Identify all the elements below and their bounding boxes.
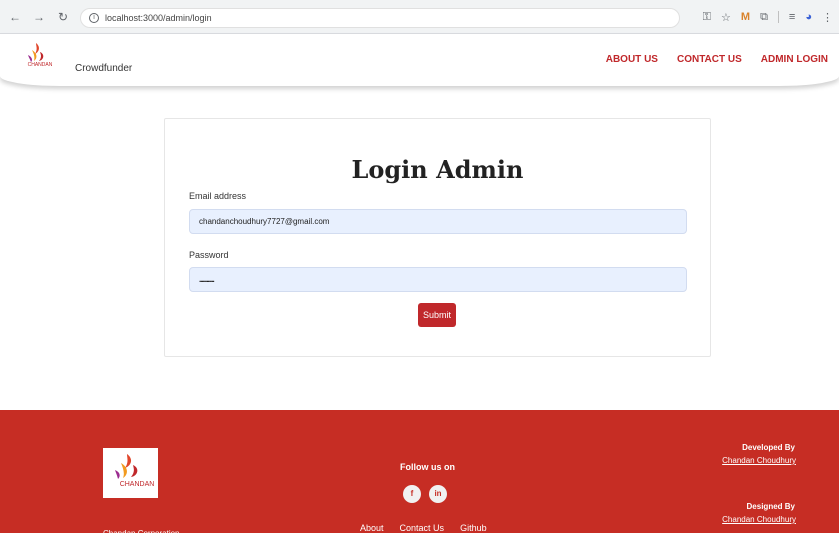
submit-button[interactable]: Submit bbox=[418, 303, 456, 327]
browser-toolbar: ← → ↻ i localhost:3000/admin/login ⚿ ☆ M… bbox=[0, 0, 839, 34]
designed-by-label: Designed By bbox=[746, 502, 795, 511]
footer-link-github[interactable]: Github bbox=[460, 523, 487, 533]
footer-links: About Contact Us Github bbox=[360, 523, 487, 533]
browser-actions: ⚿ ☆ M ⧉ ≡ ◕ ⋮ bbox=[703, 8, 833, 26]
login-title: Login Admin bbox=[351, 155, 524, 184]
social-links: f in bbox=[403, 485, 447, 503]
reading-list-icon[interactable]: ≡ bbox=[789, 11, 795, 23]
developed-by-label: Developed By bbox=[742, 443, 795, 452]
metamask-extension-icon[interactable]: M bbox=[741, 11, 750, 23]
reload-icon[interactable]: ↻ bbox=[54, 8, 72, 26]
back-arrow-icon[interactable]: ← bbox=[6, 8, 24, 26]
developed-by-link[interactable]: Chandan Choudhury bbox=[722, 456, 796, 465]
password-label: Password bbox=[189, 250, 229, 260]
nav-admin-login[interactable]: ADMIN LOGIN bbox=[761, 54, 828, 65]
footer-link-contact[interactable]: Contact Us bbox=[400, 523, 445, 533]
address-bar[interactable]: i localhost:3000/admin/login bbox=[80, 8, 680, 28]
site-footer: CHANDAN Follow us on f in About Contact … bbox=[0, 410, 839, 533]
designed-by-link[interactable]: Chandan Choudhury bbox=[722, 515, 796, 524]
brand-logo-icon[interactable]: CHANDAN bbox=[22, 40, 58, 70]
nav-about-us[interactable]: ABOUT US bbox=[606, 54, 658, 65]
footer-logo-icon: CHANDAN bbox=[103, 448, 158, 498]
email-label: Email address bbox=[189, 191, 247, 201]
brand-name[interactable]: Crowdfunder bbox=[75, 63, 132, 74]
email-field[interactable]: chandanchoudhury7727@gmail.com bbox=[189, 209, 687, 234]
bookmark-star-icon[interactable]: ☆ bbox=[721, 11, 731, 24]
password-field[interactable]: ............ bbox=[189, 267, 687, 292]
top-nav: ABOUT US CONTACT US ADMIN LOGIN bbox=[606, 54, 828, 65]
extensions-puzzle-icon[interactable]: ⧉ bbox=[760, 11, 768, 24]
profile-avatar-icon[interactable]: ◕ bbox=[805, 11, 812, 23]
nav-contact-us[interactable]: CONTACT US bbox=[677, 54, 742, 65]
footer-company-name: Chandan Corporation bbox=[103, 529, 180, 538]
svg-text:CHANDAN: CHANDAN bbox=[120, 481, 155, 488]
site-info-icon[interactable]: i bbox=[89, 13, 99, 23]
footer-link-about[interactable]: About bbox=[360, 523, 384, 533]
forward-arrow-icon[interactable]: → bbox=[30, 8, 48, 26]
login-card: Login Admin Email address chandanchoudhu… bbox=[164, 118, 711, 357]
password-key-icon[interactable]: ⚿ bbox=[703, 11, 711, 24]
menu-kebab-icon[interactable]: ⋮ bbox=[822, 11, 833, 24]
url-text: localhost:3000/admin/login bbox=[105, 13, 212, 23]
follow-us-title: Follow us on bbox=[400, 462, 455, 472]
linkedin-icon[interactable]: in bbox=[429, 485, 447, 503]
facebook-icon[interactable]: f bbox=[403, 485, 421, 503]
svg-text:CHANDAN: CHANDAN bbox=[28, 62, 53, 68]
toolbar-divider bbox=[777, 11, 779, 23]
